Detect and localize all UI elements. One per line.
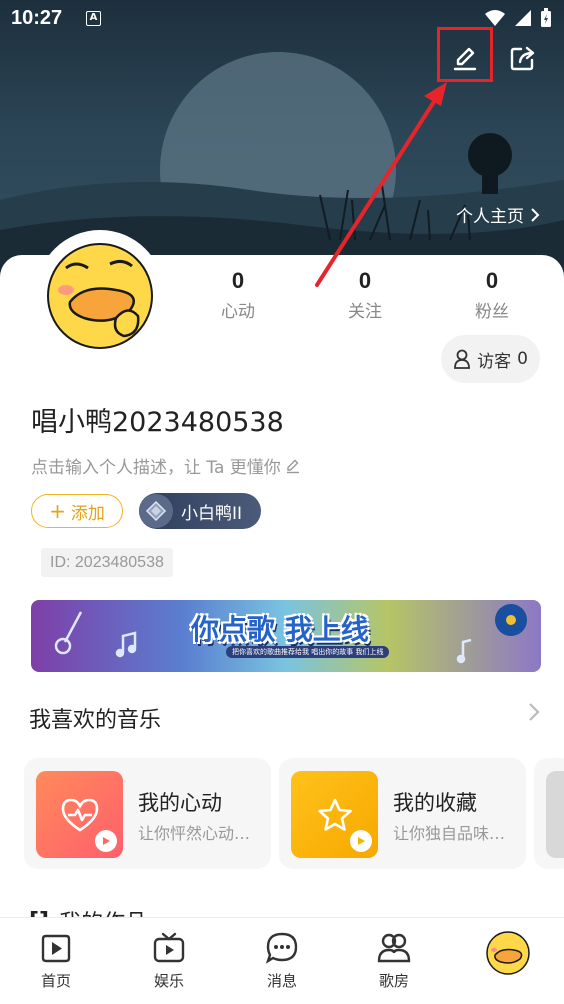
nav-entertainment[interactable]: 娱乐 <box>134 930 204 991</box>
nav-messages[interactable]: 消息 <box>247 930 317 991</box>
add-tag-button[interactable]: + 添加 <box>31 494 123 528</box>
duck-avatar-icon <box>47 243 153 349</box>
description-placeholder: 点击输入个人描述，让 Ta 更懂你 <box>31 458 281 478</box>
tv-icon <box>153 932 185 963</box>
chevron-right-icon <box>529 703 540 721</box>
nav-room[interactable]: 歌房 <box>359 930 429 991</box>
liked-subtitle: 让你怦然心动… <box>138 824 251 843</box>
share-icon <box>510 46 535 71</box>
collection-subtitle: 让你独自品味… <box>393 824 506 843</box>
play-icon[interactable] <box>350 830 372 852</box>
favorites-card-liked[interactable]: 我的心动 让你怦然心动… <box>24 758 271 869</box>
stat-fans-label: 粉丝 <box>475 302 509 322</box>
stat-likes[interactable]: 0 心动 <box>188 268 288 322</box>
nav-room-label: 歌房 <box>378 972 409 990</box>
bottom-nav: 首页 娱乐 消息 歌房 <box>0 917 564 1004</box>
nav-profile[interactable] <box>473 928 543 978</box>
visitor-button[interactable]: 访客 0 <box>441 335 540 383</box>
nav-messages-label: 消息 <box>266 972 297 990</box>
message-icon <box>265 932 298 964</box>
visitor-label: 访客 <box>477 351 512 372</box>
user-icon <box>454 349 470 369</box>
nav-entertainment-label: 娱乐 <box>153 972 184 990</box>
banner-title: 你点歌 我上线 <box>191 613 369 646</box>
nav-home[interactable]: 首页 <box>21 930 91 991</box>
favorites-more-button[interactable] <box>528 702 540 726</box>
pencil-small-icon <box>286 459 299 473</box>
stat-fans-value: 0 <box>485 268 499 293</box>
room-icon <box>377 933 411 963</box>
partial-thumb <box>546 771 564 858</box>
collection-name: 我的收藏 <box>393 791 477 815</box>
banner-subtitle: 把你喜欢的歌曲推荐给我 唱出你的故事 我们上线 <box>226 646 390 658</box>
notification-icon: A <box>86 11 101 26</box>
status-time: 10:27 <box>11 7 63 29</box>
highlight-box <box>437 27 493 82</box>
stat-following[interactable]: 0 关注 <box>315 268 415 322</box>
add-tag-label: 添加 <box>70 503 105 524</box>
stat-following-value: 0 <box>358 268 372 293</box>
wifi-icon <box>485 10 505 26</box>
promo-banner[interactable]: 你点歌 我上线 把你喜欢的歌曲推荐给我 唱出你的故事 我们上线 <box>31 600 541 672</box>
duck-avatar-small-icon <box>486 931 530 975</box>
stat-following-label: 关注 <box>348 302 382 322</box>
share-button[interactable] <box>501 36 545 80</box>
level-badge-label: 小白鸭II <box>181 503 243 524</box>
personal-homepage-label: 个人主页 <box>456 207 524 227</box>
signal-icon <box>515 10 531 26</box>
diamond-icon <box>139 494 173 528</box>
star-icon <box>317 798 352 831</box>
heart-pulse-icon <box>61 798 98 832</box>
stat-likes-value: 0 <box>231 268 245 293</box>
nav-home-label: 首页 <box>40 972 71 990</box>
collection-thumb <box>291 771 378 858</box>
home-play-icon <box>41 934 71 963</box>
stat-fans[interactable]: 0 粉丝 <box>442 268 542 322</box>
user-id: ID: 2023480538 <box>41 548 173 577</box>
description-field[interactable]: 点击输入个人描述，让 Ta 更懂你 <box>31 453 301 478</box>
avatar[interactable] <box>36 230 164 358</box>
liked-thumb <box>36 771 123 858</box>
favorites-card-partial[interactable] <box>534 758 564 869</box>
chevron-right-icon <box>531 207 540 222</box>
favorites-card-collection[interactable]: 我的收藏 让你独自品味… <box>279 758 526 869</box>
username: 唱小鸭2023480538 <box>31 407 284 438</box>
stat-likes-label: 心动 <box>221 302 255 322</box>
play-icon[interactable] <box>95 830 117 852</box>
favorites-section-title: 我喜欢的音乐 <box>29 708 162 733</box>
battery-icon <box>541 8 551 27</box>
level-badge[interactable]: 小白鸭II <box>139 493 261 529</box>
plus-icon: + <box>49 499 66 523</box>
personal-homepage-link[interactable]: 个人主页 <box>456 202 540 227</box>
system-icons <box>484 8 552 28</box>
visitor-count: 0 <box>517 349 528 369</box>
liked-name: 我的心动 <box>138 791 222 815</box>
